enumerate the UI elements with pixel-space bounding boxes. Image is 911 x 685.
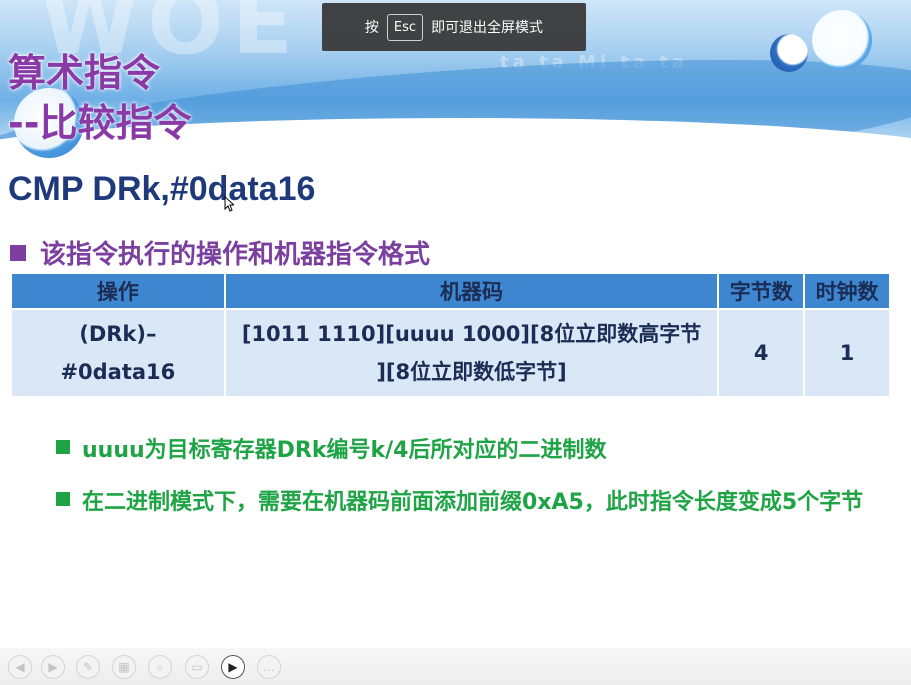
notes-list: uuuu为目标寄存器DRk编号k/4后所对应的二进制数 在二进制模式下，需要在机… [56, 432, 906, 536]
esc-key-badge: Esc [386, 13, 424, 41]
bullet-square [56, 440, 70, 454]
section-heading-text: 该指令执行的操作和机器指令格式 [40, 240, 431, 270]
cell-machine-code: [1011 1110][uuuu 1000][8位立即数高字节 ][8位立即数低… [223, 308, 720, 398]
more-icon[interactable]: … [257, 655, 281, 679]
zoom-icon[interactable]: ⌕ [148, 655, 172, 679]
bullet-text: 在二进制模式下，需要在机器码前面添加前缀0xA5，此时指令长度变成5个字节 [82, 490, 864, 515]
machine-code-line2: ][8位立即数低字节] [376, 360, 567, 384]
cell-clocks: 1 [803, 308, 891, 398]
list-item: 在二进制模式下，需要在机器码前面添加前缀0xA5，此时指令长度变成5个字节 [56, 484, 906, 522]
list-item: uuuu为目标寄存器DRk编号k/4后所对应的二进制数 [56, 432, 906, 470]
prev-icon[interactable]: ◀ [8, 655, 32, 679]
cell-bytes: 4 [717, 308, 806, 398]
slides-icon[interactable]: ▦ [112, 655, 136, 679]
instruction-syntax: CMP DRk,#0data16 [8, 170, 316, 208]
table-header-row: 操作 机器码 字节数 时钟数 [10, 272, 891, 310]
notice-suffix: 即可退出全屏模式 [431, 20, 544, 36]
cell-operation: (DRk)–#0data16 [10, 308, 226, 398]
decor-moon-circle [770, 34, 808, 72]
table-row: (DRk)–#0data16 [1011 1110][uuuu 1000][8位… [10, 308, 891, 398]
notice-prefix: 按 [364, 20, 379, 36]
slide-title-line1: 算术指令 [8, 51, 161, 95]
bullet-text: uuuu为目标寄存器DRk编号k/4后所对应的二进制数 [82, 438, 607, 463]
instruction-format-table: 操作 机器码 字节数 时钟数 (DRk)–#0data16 [1011 1110… [10, 272, 891, 398]
screen-icon[interactable]: ▭ [185, 655, 209, 679]
mouse-pointer-icon [224, 196, 234, 212]
section-heading: 该指令执行的操作和机器指令格式 [10, 234, 430, 271]
header-machine-code: 机器码 [223, 272, 720, 310]
header-bytes: 字节数 [717, 272, 806, 310]
next-icon[interactable]: ▶ [41, 655, 65, 679]
fullscreen-exit-notice: 按 Esc 即可退出全屏模式 [322, 3, 586, 51]
bullet-square [56, 492, 70, 506]
heading-bullet-square [10, 244, 26, 261]
machine-code-line1: [1011 1110][uuuu 1000][8位立即数高字节 [241, 322, 702, 346]
decor-circle-right-large [812, 10, 872, 70]
player-control-bar [0, 648, 911, 685]
camera-icon[interactable]: ▶ [221, 655, 245, 679]
slide-title-line2: --比较指令 [8, 101, 192, 145]
header-clocks: 时钟数 [803, 272, 891, 310]
header-operation: 操作 [10, 272, 226, 310]
pen-icon[interactable]: ✎ [76, 655, 100, 679]
